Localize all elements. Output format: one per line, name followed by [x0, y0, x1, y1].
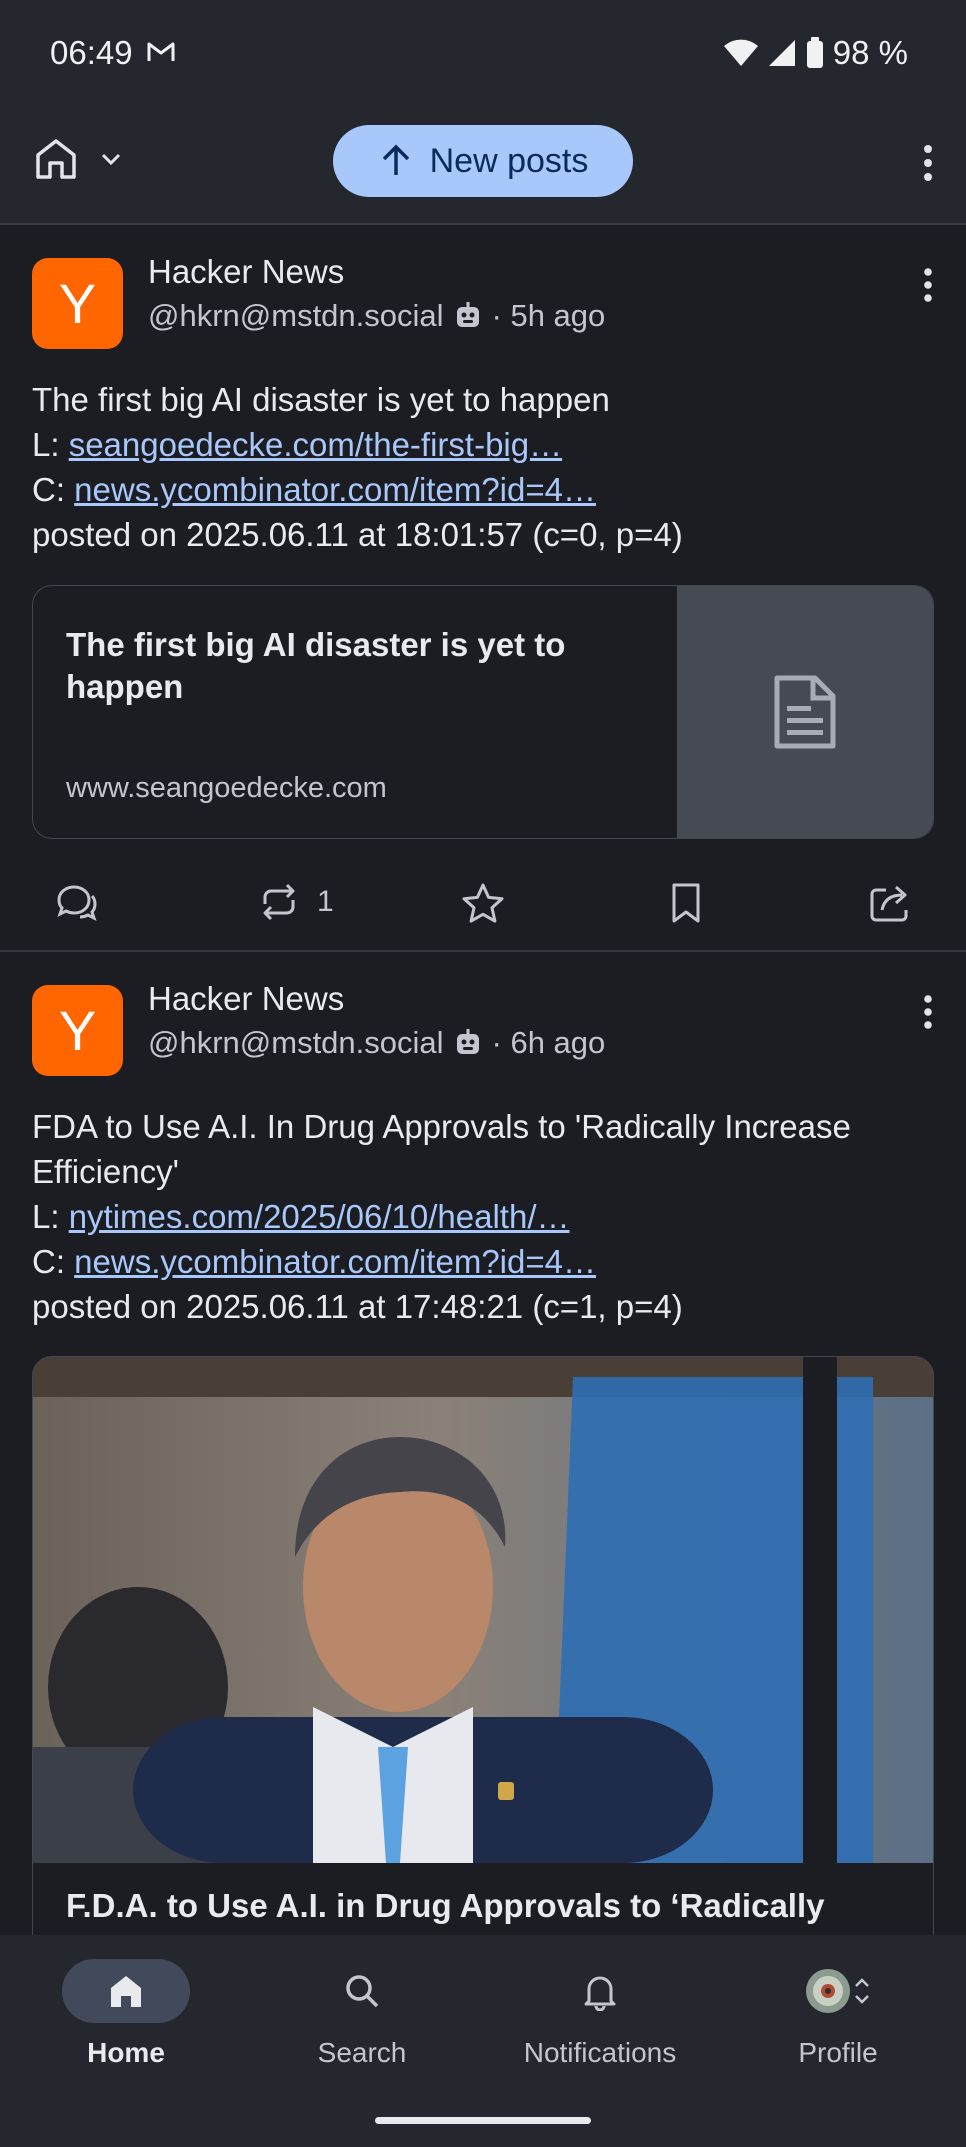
more-vert-icon[interactable]	[920, 143, 936, 183]
bottom-navigation: Home Search Notifications Profile	[0, 1935, 966, 2147]
new-posts-label: New posts	[429, 141, 589, 180]
reply-button[interactable]	[55, 882, 99, 922]
post-divider	[0, 950, 966, 952]
comments-link[interactable]: news.ycombinator.com/item?id=4…	[74, 1243, 596, 1280]
home-icon	[111, 1976, 141, 2007]
link-preview-card[interactable]: The first big AI disaster is yet to happ…	[32, 585, 934, 839]
display-name[interactable]: Hacker News	[148, 253, 344, 291]
new-posts-button[interactable]: New posts	[333, 125, 633, 197]
comments-prefix: C:	[32, 1243, 75, 1280]
star-icon[interactable]	[461, 882, 505, 924]
account-handle-row: @hkrn@mstdn.social · 6h ago	[148, 1025, 605, 1061]
more-vert-icon[interactable]	[920, 994, 936, 1030]
account-handle-row: @hkrn@mstdn.social · 5h ago	[148, 298, 605, 334]
comments-prefix: C:	[32, 471, 75, 508]
article-link[interactable]: seangoedecke.com/the-first-big…	[69, 426, 562, 463]
nav-profile[interactable]: Profile	[738, 1959, 938, 2069]
nav-notifications-indicator	[536, 1959, 664, 2023]
account-handle: @hkrn@mstdn.social	[148, 1025, 444, 1060]
post-actions: 1	[0, 864, 966, 944]
post-title-line: The first big AI disaster is yet to happ…	[32, 381, 610, 418]
posted-on: posted on 2025.06.11 at 18:01:57 (c=0, p…	[32, 516, 683, 553]
top-app-bar: New posts	[0, 105, 966, 225]
nav-search-indicator	[298, 1959, 426, 2023]
unfold-icon	[855, 1978, 869, 2004]
display-name[interactable]: Hacker News	[148, 980, 344, 1018]
battery-icon	[806, 37, 823, 68]
post-time: · 5h ago	[491, 298, 606, 333]
avatar[interactable]: Y	[32, 258, 123, 349]
post-content: FDA to Use A.I. In Drug Approvals to 'Ra…	[32, 1104, 934, 1329]
bell-icon	[584, 1976, 616, 2011]
signal-icon	[768, 40, 795, 66]
status-bar: 06:49 98 %	[0, 0, 966, 105]
card-title: The first big AI disaster is yet to happ…	[66, 626, 566, 705]
link-prefix: L:	[32, 426, 69, 463]
nav-label: Profile	[798, 2037, 878, 2068]
wifi-icon	[723, 39, 758, 66]
avatar[interactable]: Y	[32, 985, 123, 1076]
home-outline-icon	[36, 139, 76, 179]
card-title: F.D.A. to Use A.I. in Drug Approvals to …	[66, 1887, 825, 1924]
nav-label: Notifications	[523, 2037, 677, 2068]
nav-home[interactable]: Home	[26, 1959, 226, 2069]
article-link[interactable]: nytimes.com/2025/06/10/health/…	[69, 1198, 570, 1235]
nav-home-indicator	[62, 1959, 190, 2023]
article-photo	[33, 1357, 933, 1863]
comments-link[interactable]: news.ycombinator.com/item?id=4…	[74, 471, 596, 508]
nav-search[interactable]: Search	[262, 1959, 462, 2069]
bookmark-icon[interactable]	[668, 882, 704, 924]
posted-on: posted on 2025.06.11 at 17:48:21 (c=1, p…	[32, 1288, 683, 1325]
link-prefix: L:	[32, 1198, 69, 1235]
post-time: · 6h ago	[491, 1025, 606, 1060]
post-title-line: FDA to Use A.I. In Drug Approvals to 'Ra…	[32, 1108, 851, 1190]
boost-count: 1	[317, 885, 334, 918]
status-time: 06:49	[50, 34, 133, 71]
more-vert-icon[interactable]	[920, 267, 936, 303]
bot-icon	[456, 1029, 479, 1054]
link-preview-card[interactable]: F.D.A. to Use A.I. in Drug Approvals to …	[32, 1356, 934, 1978]
chevron-down-icon	[101, 153, 121, 166]
reply-icon	[57, 885, 97, 921]
card-domain: www.seangoedecke.com	[66, 772, 387, 804]
arrow-up-icon	[382, 144, 409, 175]
profile-avatar	[806, 1969, 850, 2013]
gmail-icon	[147, 42, 175, 61]
boost-button[interactable]: 1	[257, 882, 334, 922]
nav-profile-indicator	[774, 1959, 902, 2023]
gesture-bar[interactable]	[375, 2117, 591, 2124]
share-icon[interactable]	[868, 882, 912, 924]
battery-percent: 98 %	[832, 34, 908, 71]
document-icon	[774, 675, 836, 749]
nav-label: Home	[87, 2037, 165, 2068]
post-content: The first big AI disaster is yet to happ…	[32, 377, 934, 557]
search-icon	[346, 1975, 379, 2008]
boost-icon	[263, 883, 295, 921]
nav-label: Search	[317, 2037, 407, 2068]
account-handle: @hkrn@mstdn.social	[148, 298, 444, 333]
card-thumbnail	[677, 586, 933, 838]
bot-icon	[456, 302, 479, 327]
timeline-selector[interactable]	[32, 135, 124, 183]
nav-notifications[interactable]: Notifications	[500, 1959, 700, 2069]
